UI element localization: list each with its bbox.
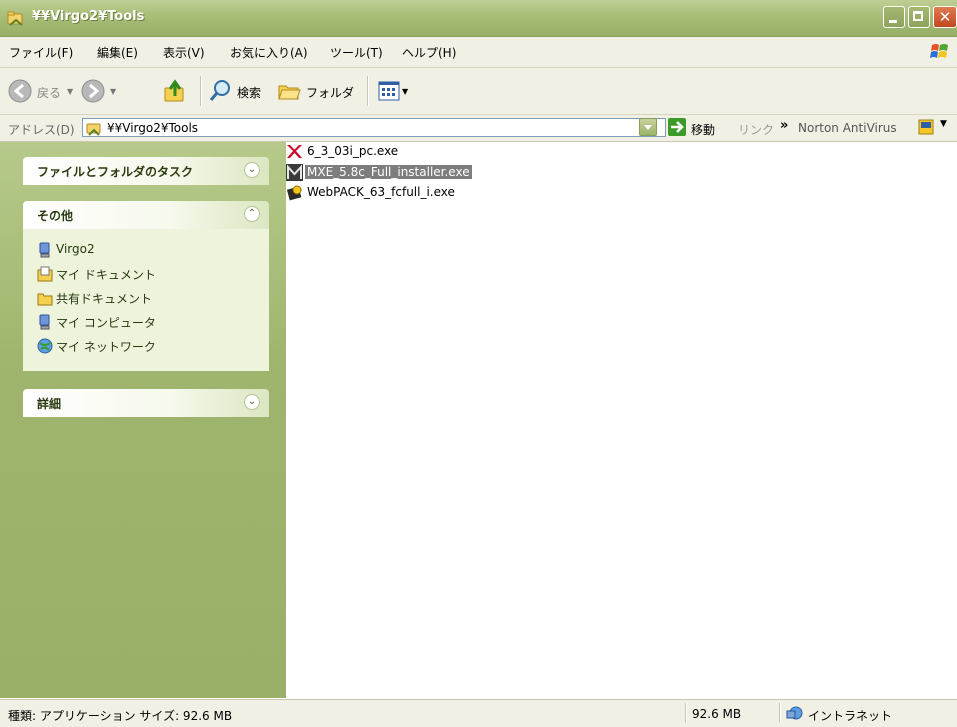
- menu-tools[interactable]: ツール(T): [330, 44, 383, 61]
- status-zone: イントラネット: [808, 709, 893, 723]
- network-folder-icon: [86, 123, 101, 136]
- place-label: 共有ドキュメント: [56, 292, 153, 306]
- details-header[interactable]: 詳細 ⌄: [23, 389, 269, 417]
- maximize-button[interactable]: [908, 6, 930, 28]
- back-dropdown-icon[interactable]: ▼: [67, 87, 73, 96]
- norton-antivirus-label[interactable]: Norton AntiVirus: [798, 121, 897, 135]
- norton-dropdown-icon[interactable]: ▼: [940, 119, 947, 129]
- menu-favorites[interactable]: お気に入り(A): [230, 44, 308, 61]
- minimize-button[interactable]: [883, 6, 905, 28]
- status-bar: 種類: アプリケーション サイズ: 92.6 MB 92.6 MB イントラネッ…: [0, 699, 957, 727]
- maximize-icon: [909, 7, 929, 27]
- status-text: 種類: アプリケーション サイズ: 92.6 MB: [8, 709, 233, 723]
- other-places-title: その他: [37, 209, 74, 223]
- menu-help[interactable]: ヘルプ(H): [402, 44, 456, 61]
- place-label: マイ ドキュメント: [56, 268, 156, 282]
- file-name: 6_3_03i_pc.exe: [307, 144, 399, 158]
- status-size: 92.6 MB: [692, 707, 742, 721]
- address-value: ¥¥Virgo2¥Tools: [107, 121, 199, 135]
- address-dropdown-button[interactable]: [639, 118, 657, 136]
- folders-icon: [278, 85, 301, 100]
- links-button[interactable]: リンク: [738, 121, 774, 138]
- view-options-icon[interactable]: [378, 81, 400, 101]
- address-input[interactable]: ¥¥Virgo2¥Tools: [82, 118, 666, 137]
- details-title: 詳細: [37, 397, 62, 411]
- window-title: ¥¥Virgo2¥Tools: [32, 9, 145, 24]
- search-button[interactable]: 検索: [207, 78, 269, 104]
- place-label: マイ ネットワーク: [56, 340, 156, 354]
- xilinx-app-icon: [287, 145, 302, 158]
- title-bar: ¥¥Virgo2¥Tools ✕: [0, 0, 957, 37]
- installer-package-icon: [286, 185, 302, 201]
- folders-button[interactable]: フォルダ: [276, 78, 356, 104]
- file-name: WebPACK_63_fcfull_i.exe: [307, 185, 455, 199]
- computer-icon: [39, 242, 50, 258]
- chevron-more-icon[interactable]: »: [780, 118, 788, 133]
- other-places-body: Virgo2 マイ ドキュメント 共有ドキュメント マイ コンピュータ マイ ネ…: [23, 229, 269, 371]
- up-folder-icon[interactable]: [162, 78, 188, 104]
- toolbar-separator: [200, 76, 202, 106]
- place-label: マイ コンピュータ: [56, 316, 156, 330]
- file-folder-tasks-title: ファイルとフォルダのタスク: [37, 165, 194, 179]
- minimize-icon: [884, 7, 904, 27]
- expand-chevron-icon[interactable]: ⌄: [244, 162, 260, 178]
- my-computer-icon: [39, 314, 50, 330]
- place-label: Virgo2: [56, 242, 95, 256]
- back-arrow-icon: [8, 79, 32, 103]
- network-globe-icon: [37, 338, 53, 354]
- back-label: 戻る: [37, 86, 62, 100]
- documents-folder-icon: [37, 266, 53, 282]
- network-folder-icon: [7, 11, 23, 26]
- file-name: MXE_5.8c_Full_installer.exe: [305, 165, 472, 179]
- modelsim-app-icon: [286, 164, 303, 181]
- forward-button[interactable]: [80, 78, 106, 104]
- folders-label: フォルダ: [306, 86, 355, 100]
- menu-view[interactable]: 表示(V): [163, 44, 205, 61]
- toolbar: 戻る ▼ ▼ 検索 フォルダ ▼: [0, 68, 957, 115]
- other-places-header[interactable]: その他 ⌃: [23, 201, 269, 229]
- status-divider: [685, 703, 687, 723]
- toolbar-separator: [367, 76, 369, 106]
- address-label: アドレス(D): [8, 123, 75, 137]
- view-dropdown-icon[interactable]: ▼: [402, 87, 408, 96]
- menu-edit[interactable]: 編集(E): [97, 44, 138, 61]
- go-arrow-icon[interactable]: [668, 118, 686, 136]
- norton-icon[interactable]: [918, 119, 934, 135]
- menu-bar: ファイル(F) 編集(E) 表示(V) お気に入り(A) ツール(T) ヘルプ(…: [0, 37, 957, 68]
- close-icon: ✕: [938, 8, 952, 26]
- windows-logo-icon: [930, 44, 948, 58]
- search-label: 検索: [237, 86, 262, 100]
- forward-dropdown-icon[interactable]: ▼: [110, 87, 116, 96]
- intranet-zone-icon: [786, 706, 803, 720]
- search-icon: [209, 80, 230, 101]
- collapse-chevron-icon[interactable]: ⌃: [244, 206, 260, 222]
- close-button[interactable]: ✕: [933, 6, 957, 28]
- menu-file[interactable]: ファイル(F): [9, 44, 73, 61]
- status-divider: [779, 703, 781, 723]
- shared-folder-icon: [37, 293, 53, 306]
- go-button[interactable]: 移動: [691, 121, 715, 138]
- task-pane: ファイルとフォルダのタスク ⌄ その他 ⌃ 詳細 ⌄: [0, 142, 286, 698]
- file-folder-tasks-header[interactable]: ファイルとフォルダのタスク ⌄: [23, 157, 269, 185]
- expand-chevron-icon[interactable]: ⌄: [244, 394, 260, 410]
